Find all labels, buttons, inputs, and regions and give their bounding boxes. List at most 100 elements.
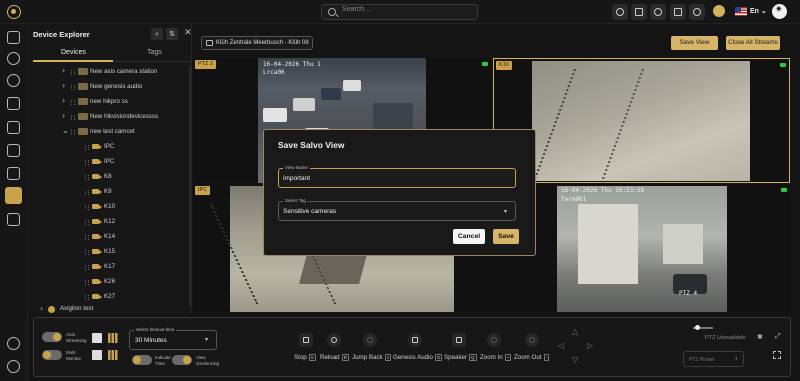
chevron-right-icon[interactable]: › [62, 81, 65, 90]
microphone-icon[interactable] [408, 333, 422, 347]
drag-handle-icon[interactable] [85, 190, 89, 195]
layout-single-icon[interactable] [92, 333, 102, 343]
cancel-button[interactable]: Cancel [453, 229, 485, 244]
speaker-icon[interactable] [452, 333, 466, 347]
layout-grid-icon[interactable] [108, 333, 118, 343]
avatar[interactable] [713, 5, 725, 17]
save-view-button[interactable]: Save View [671, 36, 718, 50]
auto-streaming-toggle[interactable] [42, 332, 62, 342]
view-name-input[interactable] [278, 168, 516, 188]
fullscreen-icon[interactable] [773, 351, 781, 359]
close-icon[interactable]: ✕ [184, 28, 192, 38]
chevron-down-icon[interactable]: ▾ [504, 208, 507, 215]
drag-handle-icon[interactable] [71, 130, 75, 135]
tab-devices[interactable]: Devices [61, 49, 86, 56]
camera-icon [92, 264, 102, 269]
slider-handle[interactable] [695, 325, 700, 330]
language-selector[interactable]: En ⌄ [750, 7, 767, 15]
drag-handle-icon[interactable] [71, 100, 75, 105]
tab-tags[interactable]: Tags [147, 49, 162, 56]
drag-handle-icon[interactable] [85, 220, 89, 225]
tree-item-label: IPC [104, 143, 115, 150]
ptz-left-icon[interactable]: ◁ [558, 341, 564, 350]
zoom-out-icon[interactable] [525, 333, 539, 347]
home-icon[interactable] [670, 4, 686, 20]
nav-map-icon[interactable] [7, 167, 20, 180]
explorer-scrollbar[interactable] [189, 66, 191, 306]
jump-back-icon[interactable] [363, 333, 377, 347]
tree-item-avigilon[interactable]: Avigilon test [60, 305, 93, 312]
multi-monitor-toggle[interactable] [42, 350, 62, 360]
nav-alarm-icon[interactable] [7, 121, 20, 134]
drag-handle-icon[interactable] [71, 70, 75, 75]
view-name-value: important [283, 175, 311, 182]
chevron-right-icon[interactable]: › [62, 96, 65, 105]
chevron-down-icon[interactable]: ⌄ [62, 126, 69, 135]
tree-item-label: New genesis audio [90, 83, 143, 90]
drag-handle-icon[interactable] [85, 250, 89, 255]
nav-camera-icon[interactable] [7, 97, 20, 110]
user-icon[interactable] [650, 4, 666, 20]
tree-item-label: new hikpro ss [90, 98, 128, 105]
nav-salvo-icon[interactable] [5, 187, 22, 204]
ptz-right-icon[interactable]: ▷ [587, 341, 593, 350]
us-flag-icon[interactable] [735, 7, 747, 16]
drag-handle-icon[interactable] [71, 115, 75, 120]
camera-icon [92, 279, 102, 284]
search-icon[interactable]: ⌕ [151, 28, 163, 40]
nav-dashboard-icon[interactable] [7, 31, 20, 44]
jump-back-label: Jump Back J [352, 354, 391, 361]
chevron-right-icon[interactable]: › [40, 304, 43, 313]
folder-icon [78, 128, 88, 135]
video-tile-k10[interactable]: K10 [493, 58, 790, 183]
sort-icon[interactable]: ⇅ [166, 28, 178, 40]
theme-toggle-icon[interactable] [772, 4, 787, 19]
ptz-down-icon[interactable]: ▽ [572, 355, 578, 364]
drag-handle-icon[interactable] [85, 145, 89, 150]
monitor-icon[interactable] [631, 4, 647, 20]
view-geofencing-toggle[interactable] [172, 355, 192, 365]
drag-handle-icon[interactable] [85, 295, 89, 300]
stop-icon[interactable] [299, 333, 313, 347]
chevron-down-icon[interactable]: ▾ [205, 336, 208, 343]
indicate-time-toggle[interactable] [132, 355, 152, 365]
app-logo[interactable] [7, 5, 21, 19]
zoom-in-icon[interactable] [487, 333, 501, 347]
close-all-streams-button[interactable]: Close All Streams [726, 36, 780, 50]
nav-devices-icon[interactable] [7, 144, 20, 157]
drag-handle-icon[interactable] [85, 265, 89, 270]
settings-gear-icon[interactable] [7, 360, 20, 373]
nav-wireless-icon[interactable] [7, 52, 20, 65]
reload-icon[interactable] [327, 333, 341, 347]
help-icon[interactable] [7, 337, 20, 350]
chevron-down-icon[interactable]: ▾ [735, 356, 738, 362]
container-shape [578, 204, 638, 284]
camera-icon [92, 294, 102, 299]
clock-icon[interactable] [612, 4, 628, 20]
chevron-right-icon[interactable]: › [62, 111, 65, 120]
refresh-icon[interactable] [689, 4, 705, 20]
tile-badge: PTZ 2 [195, 60, 216, 69]
camera-icon [92, 159, 102, 164]
chevron-right-icon[interactable]: › [62, 66, 65, 75]
ptz-up-icon[interactable]: △ [572, 327, 578, 336]
tag-select-label: Select Tag [283, 198, 308, 203]
search-placeholder: Search ... [342, 6, 372, 13]
view-name-label: View Name [283, 165, 310, 170]
expand-icon[interactable]: ⤢ [775, 332, 781, 341]
drag-handle-icon[interactable] [85, 280, 89, 285]
car-shape [293, 98, 315, 111]
nav-users-icon[interactable] [7, 213, 20, 226]
drag-handle-icon[interactable] [71, 85, 75, 90]
drag-handle-icon[interactable] [85, 205, 89, 210]
drag-handle-icon[interactable] [85, 175, 89, 180]
search-icon [328, 8, 336, 16]
video-tile-ptz4[interactable]: 16-04-2026 Thu 10:53:58 ferm061 PTZ 4 [493, 184, 790, 312]
layout-quad-icon[interactable] [108, 350, 118, 360]
nav-settings-icon[interactable] [7, 74, 20, 87]
brightness-icon[interactable]: ✱ [757, 333, 763, 341]
save-button[interactable]: Save [493, 229, 519, 244]
drag-handle-icon[interactable] [85, 160, 89, 165]
layout-split-icon[interactable] [92, 350, 102, 360]
drag-handle-icon[interactable] [85, 235, 89, 240]
